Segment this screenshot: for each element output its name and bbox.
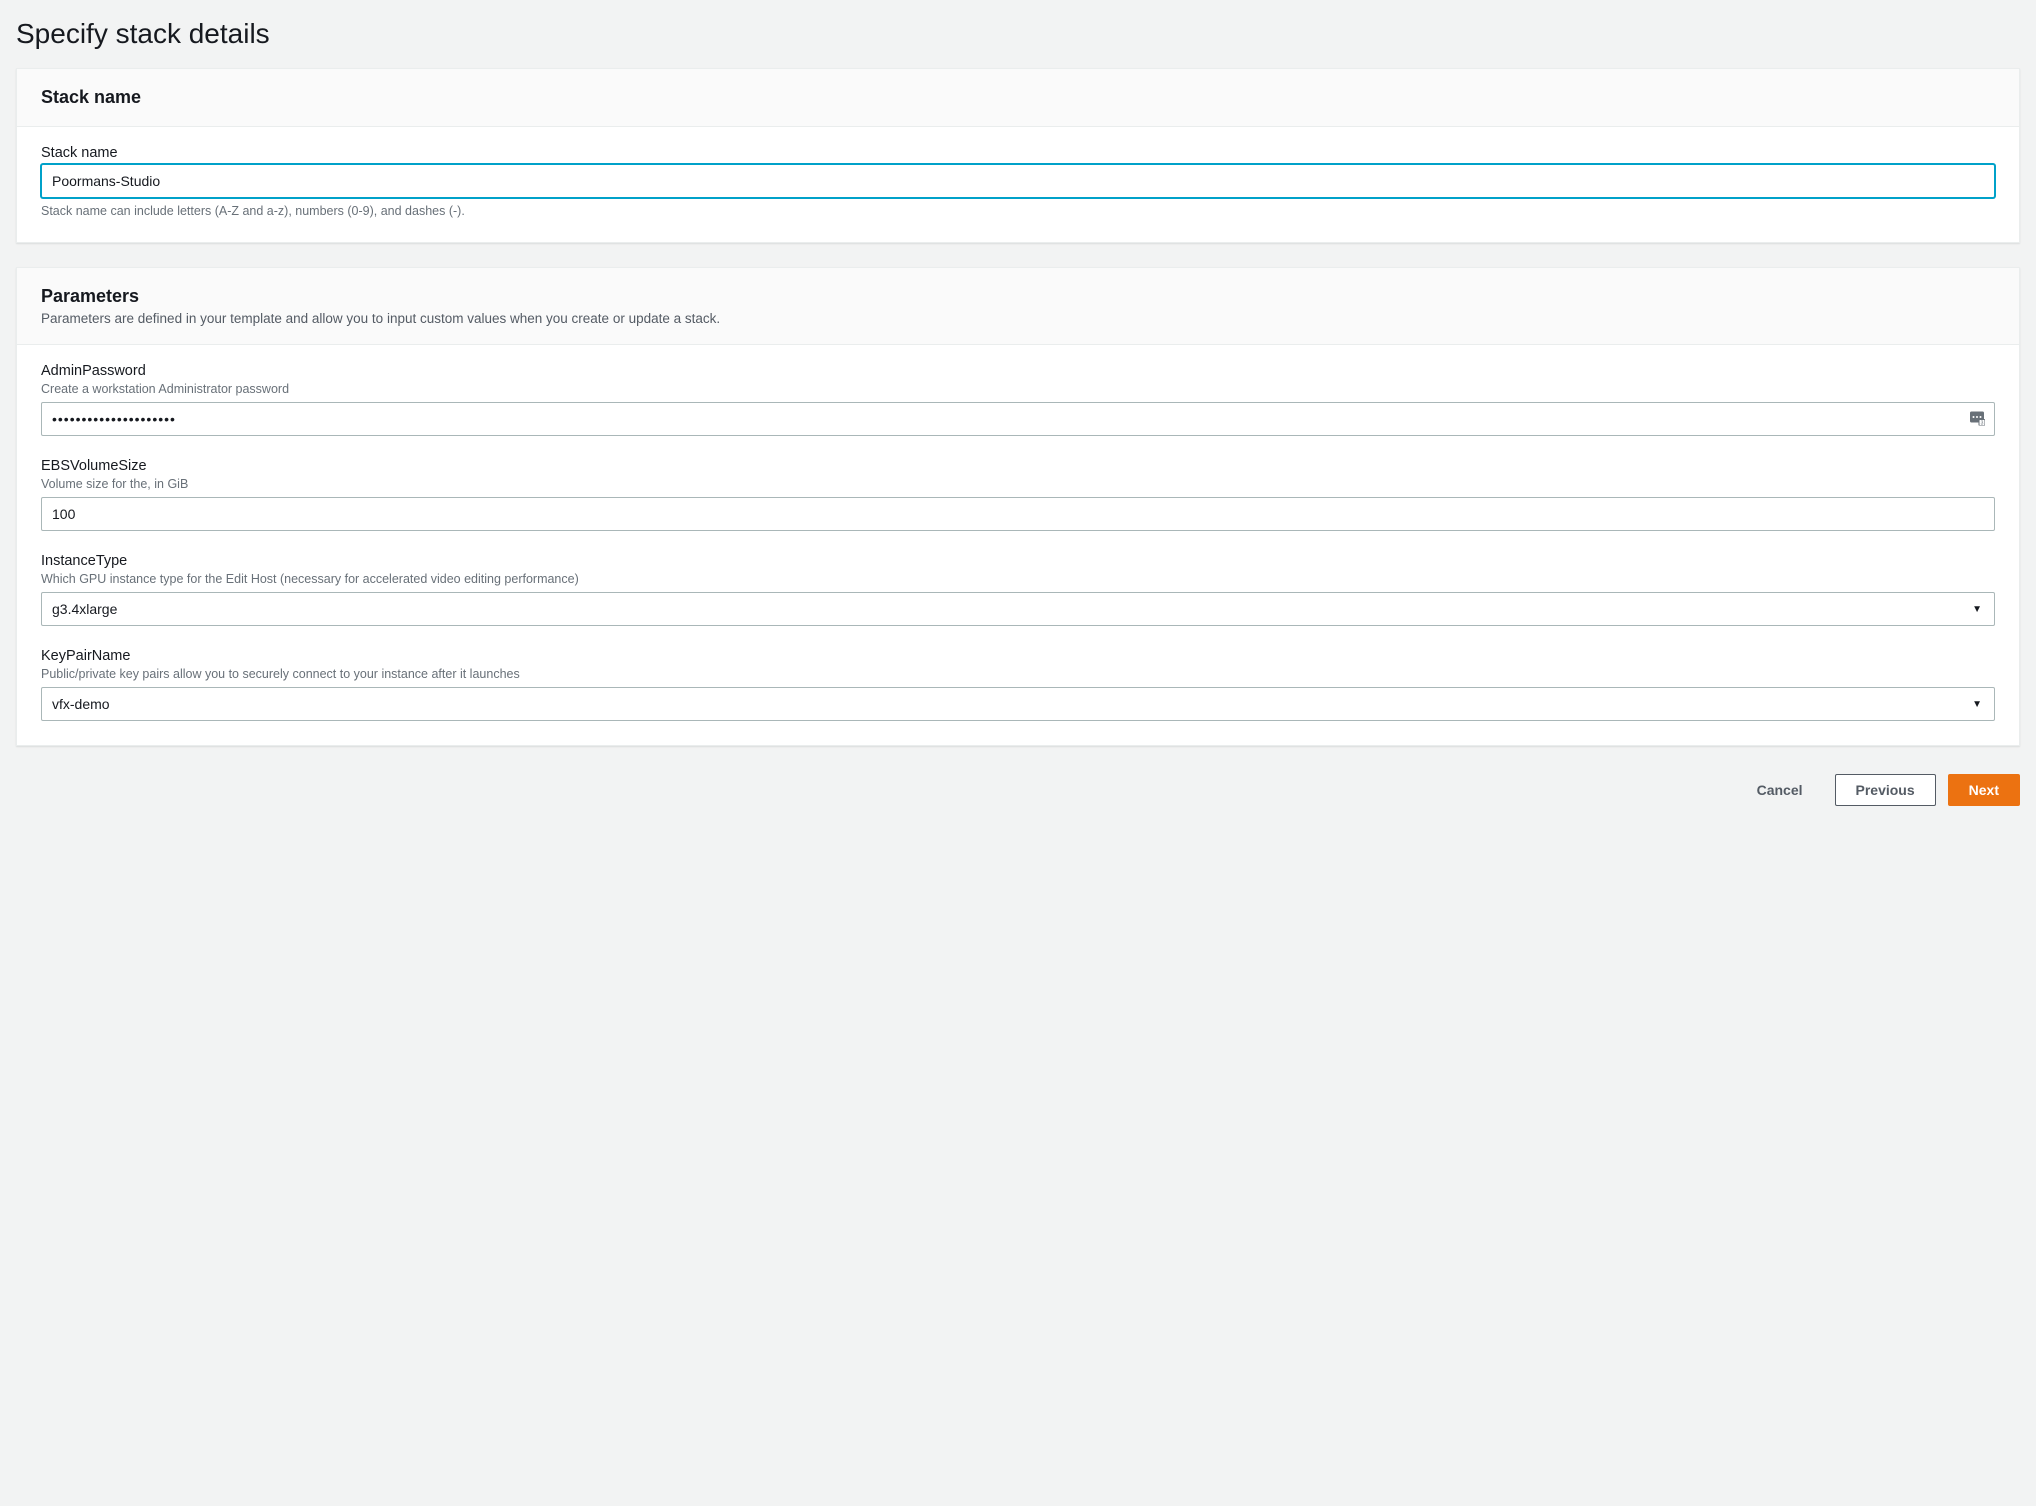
page-title: Specify stack details — [16, 10, 2020, 68]
stack-name-label: Stack name — [41, 145, 1995, 161]
stack-name-panel-body: Stack name Stack name can include letter… — [17, 127, 2019, 242]
next-button[interactable]: Next — [1948, 774, 2020, 806]
stack-name-section-title: Stack name — [41, 87, 1995, 108]
parameters-section-title: Parameters — [41, 286, 1995, 307]
parameters-section-subtitle: Parameters are defined in your template … — [41, 311, 1995, 326]
stack-name-input[interactable] — [41, 164, 1995, 198]
key-pair-name-desc: Public/private key pairs allow you to se… — [41, 667, 1995, 681]
ebs-volume-size-field-group: EBSVolumeSize Volume size for the, in Gi… — [41, 458, 1995, 531]
key-pair-name-select-value: vfx-demo — [42, 690, 1960, 718]
parameters-panel-header: Parameters Parameters are defined in you… — [17, 268, 2019, 345]
admin-password-input[interactable] — [41, 402, 1995, 436]
cancel-button[interactable]: Cancel — [1737, 775, 1823, 805]
instance-type-desc: Which GPU instance type for the Edit Hos… — [41, 572, 1995, 586]
key-pair-name-label: KeyPairName — [41, 648, 1995, 664]
chevron-down-icon: ▼ — [1960, 604, 1994, 615]
admin-password-field-group: AdminPassword Create a workstation Admin… — [41, 363, 1995, 436]
chevron-down-icon: ▼ — [1960, 699, 1994, 710]
stack-name-panel-header: Stack name — [17, 69, 2019, 127]
ebs-volume-size-desc: Volume size for the, in GiB — [41, 477, 1995, 491]
wizard-button-row: Cancel Previous Next — [16, 770, 2020, 806]
admin-password-label: AdminPassword — [41, 363, 1995, 379]
instance-type-select[interactable]: g3.4xlarge ▼ — [41, 592, 1995, 626]
key-pair-name-field-group: KeyPairName Public/private key pairs all… — [41, 648, 1995, 721]
stack-name-field-group: Stack name Stack name can include letter… — [41, 145, 1995, 218]
key-pair-name-select[interactable]: vfx-demo ▼ — [41, 687, 1995, 721]
ebs-volume-size-input[interactable] — [41, 497, 1995, 531]
stack-name-panel: Stack name Stack name Stack name can inc… — [16, 68, 2020, 243]
previous-button[interactable]: Previous — [1835, 774, 1936, 806]
admin-password-desc: Create a workstation Administrator passw… — [41, 382, 1995, 396]
stack-name-hint: Stack name can include letters (A-Z and … — [41, 204, 1995, 218]
instance-type-label: InstanceType — [41, 553, 1995, 569]
parameters-panel: Parameters Parameters are defined in you… — [16, 267, 2020, 746]
parameters-panel-body: AdminPassword Create a workstation Admin… — [17, 345, 2019, 745]
instance-type-field-group: InstanceType Which GPU instance type for… — [41, 553, 1995, 626]
instance-type-select-value: g3.4xlarge — [42, 595, 1960, 623]
ebs-volume-size-label: EBSVolumeSize — [41, 458, 1995, 474]
